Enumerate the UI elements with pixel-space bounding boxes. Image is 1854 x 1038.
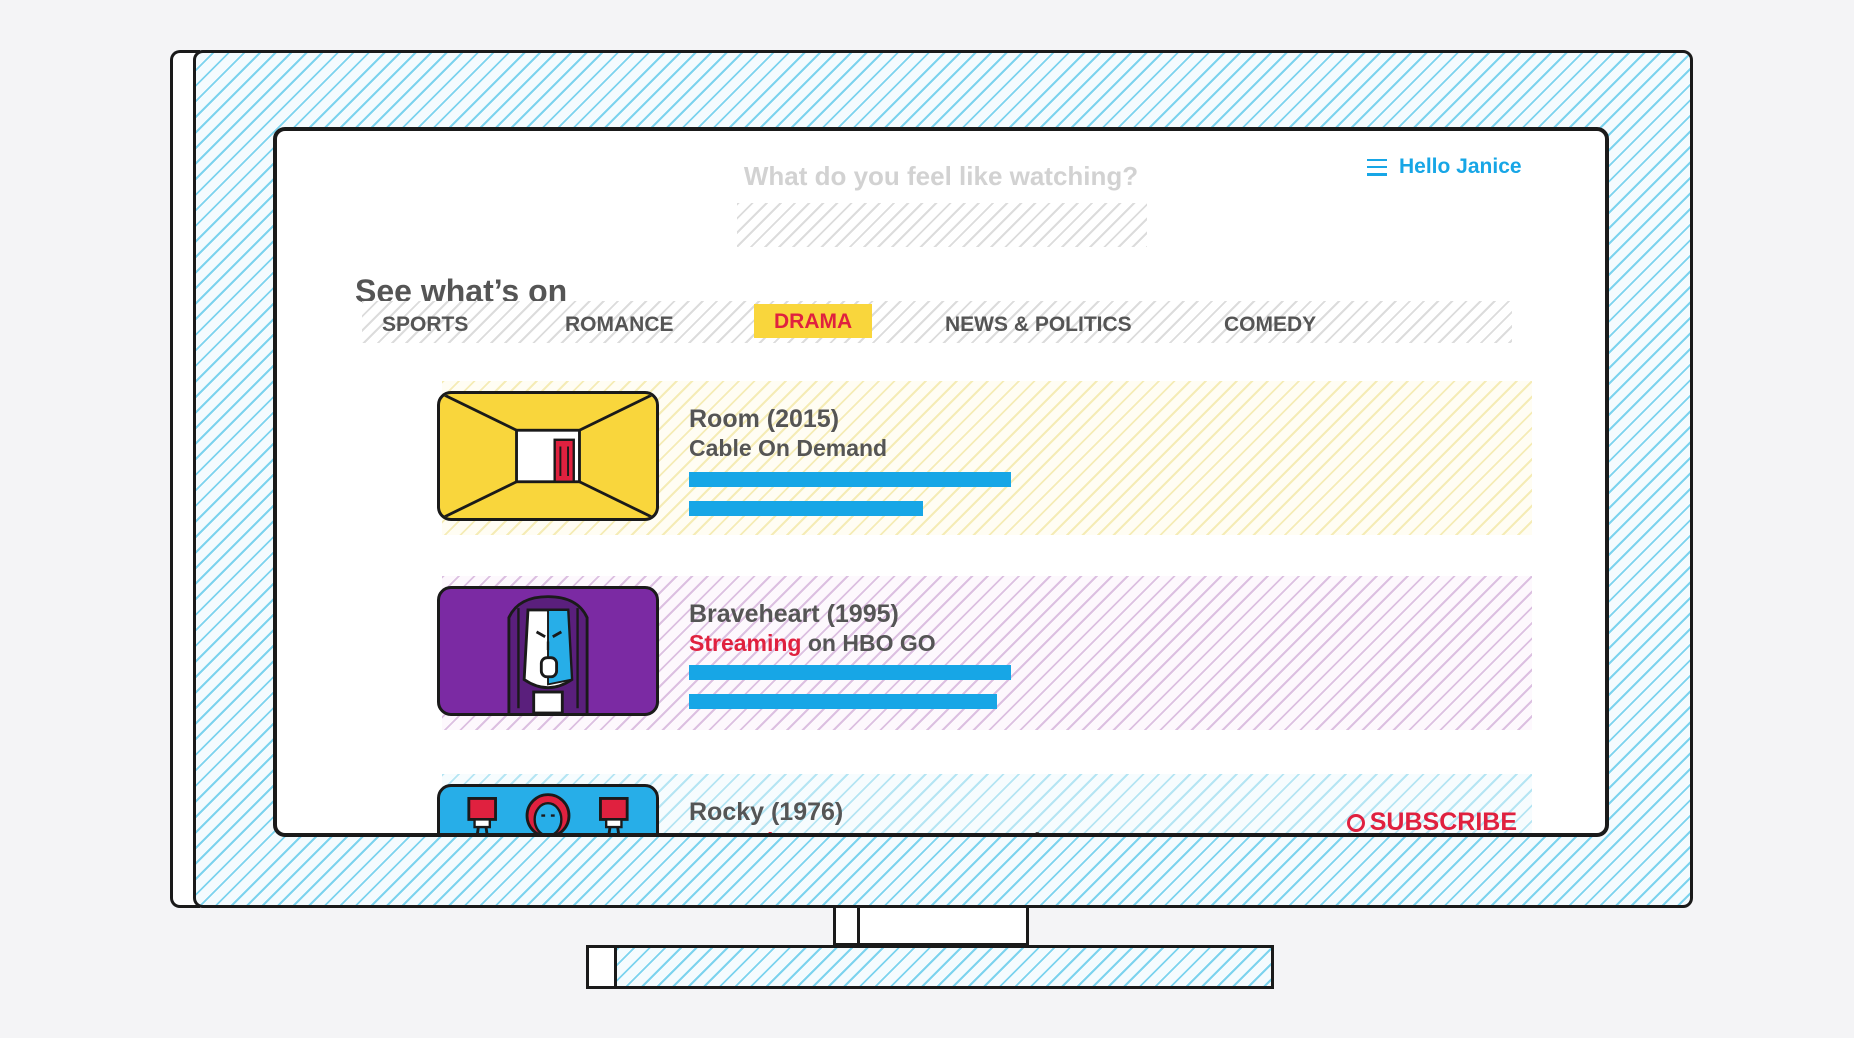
listing-detail-bar — [689, 501, 923, 516]
user-menu-button[interactable]: Hello Janice — [1367, 155, 1522, 179]
listing-rocky[interactable]: Rocky (1976) Streaming on ESPN On Demand… — [437, 774, 1532, 836]
category-tabs: SPORTS ROMANCE DRAMA NEWS & POLITICS COM… — [362, 301, 1512, 343]
tv-stand-base — [614, 945, 1274, 989]
tab-romance[interactable]: ROMANCE — [565, 313, 674, 337]
screaming-face-icon — [507, 595, 589, 713]
tab-comedy[interactable]: COMEDY — [1224, 313, 1316, 337]
listing-detail-bar — [689, 665, 1011, 680]
listing-source: Streaming on ESPN On Demand — [689, 828, 1040, 833]
hamburger-menu-icon — [1367, 158, 1387, 176]
subscribe-label: SUBSCRIBE — [1369, 808, 1517, 836]
room-door-icon — [441, 394, 655, 518]
listing-source: Streaming on HBO GO — [689, 630, 936, 656]
search-input[interactable] — [737, 203, 1147, 247]
listing-braveheart[interactable]: Braveheart (1995) Streaming on HBO GO — [437, 576, 1532, 730]
tab-news-politics[interactable]: NEWS & POLITICS — [945, 313, 1132, 337]
subscribe-circle-icon — [1346, 813, 1365, 832]
subscribe-button[interactable]: SUBSCRIBE — [1346, 808, 1517, 836]
boxer-icon — [467, 793, 629, 833]
tv-screen: What do you feel like watching? Hello Ja… — [273, 127, 1609, 837]
listing-detail-bar — [689, 694, 997, 709]
tv-stand-neck — [833, 908, 1029, 946]
tab-drama[interactable]: DRAMA — [754, 304, 873, 338]
tv-stand-neck-edge — [857, 908, 860, 946]
listing-title: Room (2015) — [689, 405, 840, 433]
listing-detail-bar — [689, 472, 1011, 487]
greeting-label: Hello Janice — [1399, 155, 1522, 178]
listing-room[interactable]: Room (2015) Cable On Demand — [437, 381, 1532, 535]
listing-title: Rocky (1976) — [689, 798, 844, 826]
braveheart-thumbnail[interactable] — [437, 586, 659, 716]
rocky-thumbnail[interactable] — [437, 784, 659, 833]
tab-sports[interactable]: SPORTS — [382, 313, 468, 337]
listing-title: Braveheart (1995) — [689, 600, 899, 628]
room-thumbnail[interactable] — [437, 391, 659, 521]
listing-source: Cable On Demand — [689, 435, 888, 461]
